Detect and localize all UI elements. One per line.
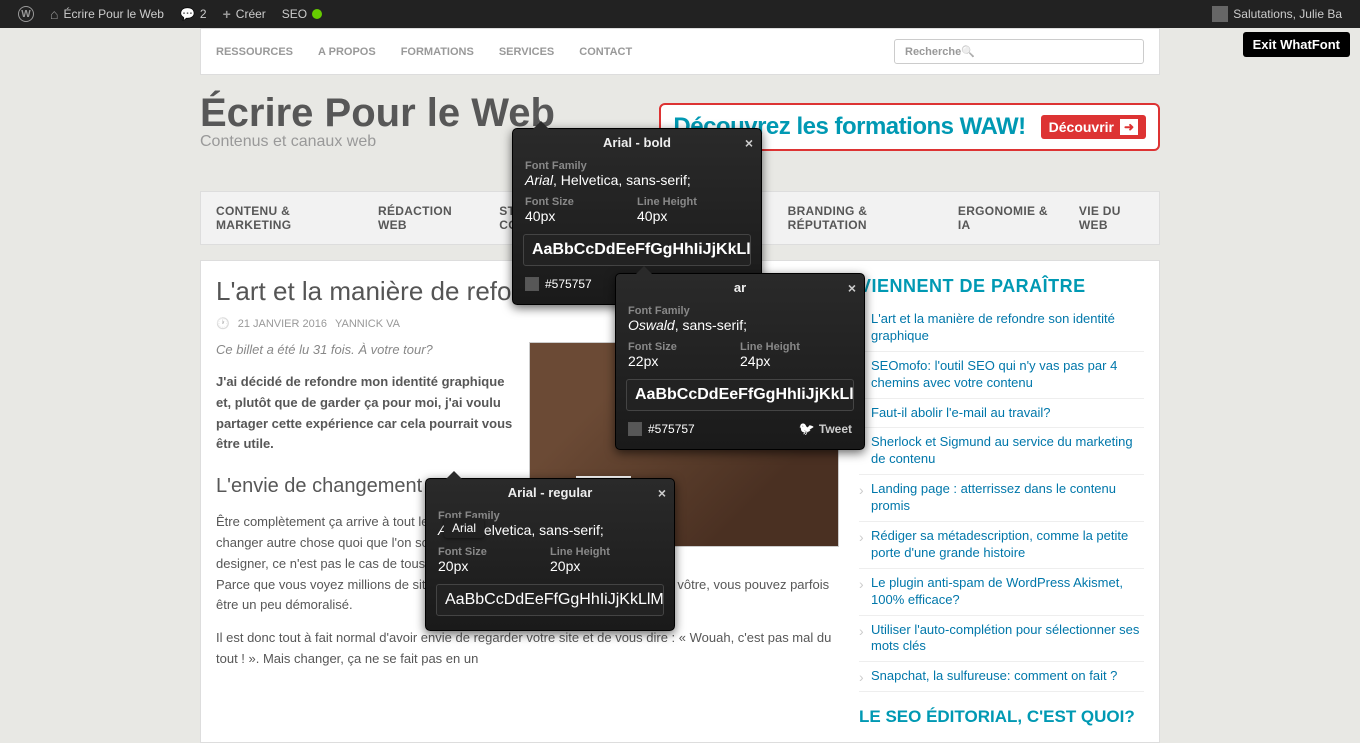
tweet-button[interactable]: Tweet bbox=[799, 421, 852, 437]
wf-color: #575757 bbox=[545, 277, 592, 291]
wp-admin-bar: W Écrire Pour le Web 2 Créer SEO Salutat… bbox=[0, 0, 1360, 28]
post-author[interactable]: YANNICK VA bbox=[335, 318, 400, 330]
wf-sample: AaBbCcDdEeFfGgHhIiJjKkLlMmNn bbox=[523, 234, 751, 266]
whatfont-tooltip: Arial bbox=[444, 518, 484, 538]
list-item[interactable]: Snapchat, la sulfureuse: comment on fait… bbox=[859, 662, 1144, 692]
cta-button[interactable]: Découvrir➜ bbox=[1041, 115, 1146, 139]
color-swatch bbox=[525, 277, 539, 291]
list-item[interactable]: Rédiger sa métadescription, comme la pet… bbox=[859, 522, 1144, 569]
wf-title: ar× bbox=[616, 274, 864, 301]
nav-contact[interactable]: CONTACT bbox=[579, 46, 632, 58]
wf-title: Arial - regular× bbox=[426, 479, 674, 506]
site-title[interactable]: Écrire Pour le Web bbox=[200, 93, 555, 133]
list-item[interactable]: Utiliser l'auto-complétion pour sélectio… bbox=[859, 616, 1144, 663]
nav-redaction[interactable]: RÉDACTION WEB bbox=[378, 204, 471, 232]
whatfont-panel[interactable]: ar× Font FamilyOswald, sans-serif; Font … bbox=[615, 273, 865, 450]
nav-formations[interactable]: FORMATIONS bbox=[401, 46, 474, 58]
search-icon bbox=[961, 45, 975, 58]
list-item[interactable]: SEOmofo: l'outil SEO qui n'y vas pas par… bbox=[859, 352, 1144, 399]
nav-apropos[interactable]: A PROPOS bbox=[318, 46, 376, 58]
site-name-link[interactable]: Écrire Pour le Web bbox=[42, 0, 172, 28]
clock-icon bbox=[216, 317, 230, 330]
twitter-icon bbox=[799, 421, 815, 437]
search-input[interactable]: Recherche bbox=[894, 39, 1144, 64]
nav-services[interactable]: SERVICES bbox=[499, 46, 554, 58]
exit-whatfont-button[interactable]: Exit WhatFont bbox=[1243, 32, 1350, 57]
recent-posts-list: L'art et la manière de refondre son iden… bbox=[859, 305, 1144, 692]
nav-vie-web[interactable]: VIE DU WEB bbox=[1079, 204, 1144, 232]
widget-title: VIENNENT DE PARAÎTRE bbox=[859, 276, 1144, 297]
post-date: 21 JANVIER 2016 bbox=[238, 318, 327, 330]
sidebar: VIENNENT DE PARAÎTRE L'art et la manière… bbox=[859, 276, 1144, 727]
color-swatch bbox=[628, 422, 642, 436]
seo-status-icon bbox=[312, 9, 322, 19]
new-content-link[interactable]: Créer bbox=[215, 0, 274, 28]
nav-contenu-marketing[interactable]: CONTENU & MARKETING bbox=[216, 204, 350, 232]
wp-logo[interactable]: W bbox=[10, 0, 42, 28]
nav-ergonomie[interactable]: ERGONOMIE & IA bbox=[958, 204, 1051, 232]
site-tagline: Contenus et canaux web bbox=[200, 133, 555, 151]
whatfont-panel[interactable]: Arial - regular× Font FamilyArial, Helve… bbox=[425, 478, 675, 631]
user-greeting[interactable]: Salutations, Julie Ba bbox=[1204, 0, 1350, 28]
nav-branding[interactable]: BRANDING & RÉPUTATION bbox=[788, 204, 930, 232]
wf-sample: AaBbCcDdEeFfGgHhIiJjKkLlMmNn bbox=[436, 584, 664, 616]
close-icon[interactable]: × bbox=[745, 135, 753, 151]
wf-title: Arial - bold× bbox=[513, 129, 761, 156]
widget-title-2: LE SEO ÉDITORIAL, C'EST QUOI? bbox=[859, 707, 1144, 727]
avatar-icon bbox=[1212, 6, 1228, 22]
list-item[interactable]: L'art et la manière de refondre son iden… bbox=[859, 305, 1144, 352]
nav-ressources[interactable]: RESSOURCES bbox=[216, 46, 293, 58]
close-icon[interactable]: × bbox=[658, 485, 666, 501]
list-item[interactable]: Le plugin anti-spam de WordPress Akismet… bbox=[859, 569, 1144, 616]
seo-link[interactable]: SEO bbox=[274, 0, 330, 28]
plus-icon bbox=[223, 6, 231, 22]
list-item[interactable]: Faut-il abolir l'e-mail au travail? bbox=[859, 399, 1144, 429]
wf-sample: AaBbCcDdEeFfGgHhIiJjKkLlMmNn bbox=[626, 379, 854, 411]
home-icon bbox=[50, 6, 58, 22]
list-item[interactable]: Landing page : atterrissez dans le conte… bbox=[859, 475, 1144, 522]
top-nav: RESSOURCES A PROPOS FORMATIONS SERVICES … bbox=[200, 28, 1160, 75]
close-icon[interactable]: × bbox=[848, 280, 856, 296]
comment-icon bbox=[180, 7, 195, 21]
wf-color: #575757 bbox=[648, 422, 695, 436]
search-placeholder: Recherche bbox=[905, 46, 961, 58]
list-item[interactable]: Sherlock et Sigmund au service du market… bbox=[859, 428, 1144, 475]
comments-link[interactable]: 2 bbox=[172, 0, 215, 28]
wf-label-family: Font Family bbox=[525, 160, 749, 172]
arrow-right-icon: ➜ bbox=[1120, 119, 1138, 135]
